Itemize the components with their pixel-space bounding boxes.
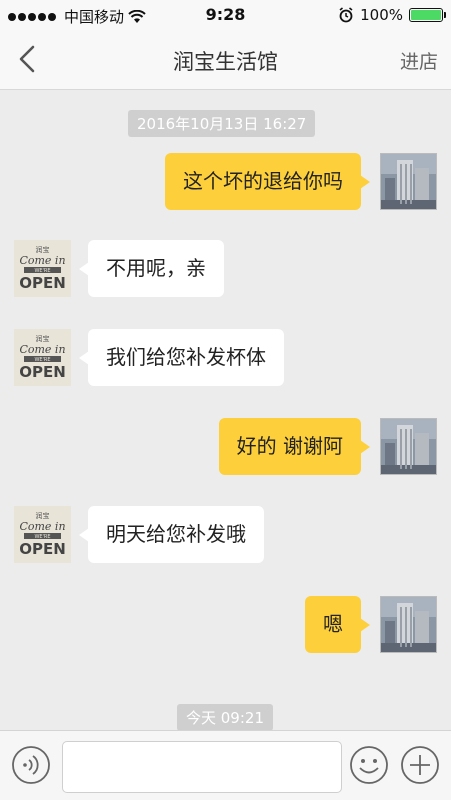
- merchant-avatar[interactable]: 润宝 Come in WE'RE OPEN: [14, 506, 71, 563]
- emoji-button[interactable]: [349, 745, 389, 785]
- come-in-we-are-open-logo-icon: 润宝 Come in WE'RE OPEN: [14, 329, 71, 386]
- smiley-icon: [350, 746, 388, 784]
- voice-button[interactable]: [11, 745, 51, 785]
- incoming-message[interactable]: 我们给您补发杯体: [79, 329, 284, 386]
- svg-text:润宝: 润宝: [36, 245, 50, 254]
- battery-icon: [409, 8, 446, 22]
- incoming-message[interactable]: 明天给您补发哦: [79, 506, 264, 563]
- svg-text:Come in: Come in: [19, 343, 65, 356]
- svg-text:润宝: 润宝: [36, 334, 50, 343]
- user-avatar[interactable]: [380, 418, 437, 475]
- timestamp: 今天 09:21: [177, 704, 273, 731]
- alarm-icon: [339, 7, 353, 23]
- voice-icon: [12, 746, 50, 784]
- building-photo-icon: [381, 154, 436, 209]
- building-photo-icon: [381, 597, 436, 652]
- come-in-we-are-open-logo-icon: 润宝 Come in WE'RE OPEN: [14, 506, 71, 563]
- merchant-avatar[interactable]: 润宝 Come in WE'RE OPEN: [14, 329, 71, 386]
- user-avatar[interactable]: [380, 153, 437, 210]
- outgoing-message[interactable]: 好的 谢谢阿: [218, 418, 371, 475]
- plus-icon: [401, 746, 439, 784]
- input-bar: [0, 730, 451, 800]
- merchant-avatar[interactable]: 润宝 Come in WE'RE OPEN: [14, 240, 71, 297]
- come-in-we-are-open-logo-icon: 润宝 Come in WE'RE OPEN: [14, 240, 71, 297]
- navigation-bar: 润宝生活馆 进店: [0, 30, 451, 90]
- building-photo-icon: [381, 419, 436, 474]
- more-button[interactable]: [400, 745, 440, 785]
- svg-text:OPEN: OPEN: [19, 274, 66, 292]
- status-right: 100%: [338, 6, 446, 24]
- timestamp: 2016年10月13日 16:27: [128, 110, 316, 137]
- incoming-message[interactable]: 不用呢，亲: [79, 240, 224, 297]
- svg-text:Come in: Come in: [19, 254, 65, 267]
- battery-percent: 100%: [360, 6, 403, 24]
- svg-text:OPEN: OPEN: [19, 363, 66, 381]
- outgoing-message[interactable]: 嗯: [305, 596, 370, 653]
- message-input[interactable]: [62, 741, 342, 793]
- chat-area[interactable]: 2016年10月13日 16:27 这个坏的退给你吗 润宝 Come in WE…: [0, 90, 451, 731]
- svg-text:OPEN: OPEN: [19, 540, 66, 558]
- user-avatar[interactable]: [380, 596, 437, 653]
- page-title: 润宝生活馆: [173, 50, 278, 74]
- outgoing-message[interactable]: 这个坏的退给你吗: [165, 153, 370, 210]
- status-bar: 中国移动 9:28 100%: [0, 0, 451, 30]
- svg-text:润宝: 润宝: [36, 511, 50, 520]
- enter-shop-button[interactable]: 进店: [400, 47, 438, 74]
- svg-text:Come in: Come in: [19, 520, 65, 533]
